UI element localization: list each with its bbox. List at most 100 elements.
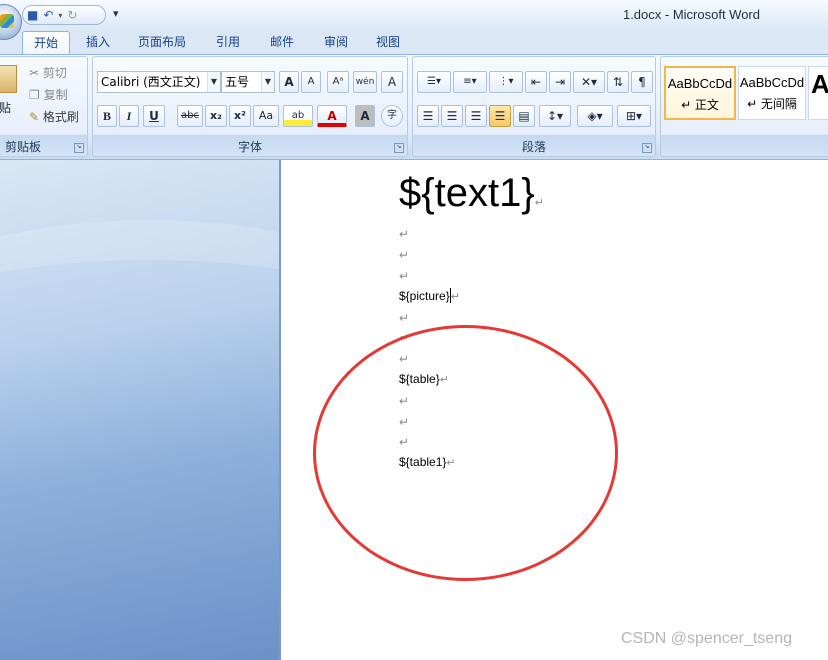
multilevel-list-icon: ⋮▾ — [498, 76, 514, 87]
outdent-icon: ⇤ — [530, 75, 542, 89]
style-no-spacing[interactable]: AaBbCcDd ↵ 无间隔 — [738, 66, 806, 120]
distributed-icon: ▤ — [518, 109, 530, 123]
paragraph-mark: ↵ — [450, 291, 460, 303]
align-left-icon: ☰ — [422, 109, 434, 123]
line-spacing-button[interactable]: ↕▾ — [539, 105, 571, 127]
paragraph-dialog-launcher[interactable]: ↘ — [642, 143, 652, 153]
paint-bucket-icon: ◈▾ — [587, 109, 603, 123]
font-name-value: Calibri (西文正文) — [101, 75, 201, 89]
tab-review[interactable]: 审阅 — [316, 31, 356, 54]
numbering-button[interactable]: ≡▾ — [453, 71, 487, 93]
empty-paragraph[interactable]: ↵ — [399, 226, 409, 242]
font-size-combo[interactable]: 五号 ▼ — [221, 71, 275, 93]
empty-paragraph[interactable]: ↵ — [399, 268, 409, 284]
highlight-button[interactable]: ab — [283, 105, 313, 127]
clear-format-button[interactable]: Aᵃ — [327, 71, 349, 93]
tab-home[interactable]: 开始 — [22, 31, 70, 56]
style-heading-preview: A — [811, 69, 828, 99]
subscript-button[interactable]: x₂ — [205, 105, 227, 127]
change-case-button[interactable]: Aa — [253, 105, 279, 127]
copy-icon: ❐ — [29, 88, 40, 102]
style-heading[interactable]: A — [808, 66, 828, 120]
paragraph-mark: ↵ — [534, 197, 544, 209]
show-marks-button[interactable]: ¶ — [631, 71, 653, 93]
justify-icon: ☰ — [494, 109, 506, 123]
paste-button-label[interactable]: 贴 — [0, 99, 11, 116]
scissors-icon: ✂ — [29, 66, 40, 80]
font-dialog-launcher[interactable]: ↘ — [394, 143, 404, 153]
paragraph-group: ☰▾ ≡▾ ⋮▾ ⇤ ⇥ ✕▾ ⇅ ¶ ☰ ☰ ☰ ☰ ▤ ↕▾ ◈▾ ⊞▾ 段… — [412, 56, 656, 157]
align-center-button[interactable]: ☰ — [441, 105, 463, 127]
tab-view[interactable]: 视图 — [368, 31, 408, 54]
phonetic-guide-button[interactable]: wén — [353, 71, 377, 93]
tab-mailings[interactable]: 邮件 — [262, 31, 302, 54]
distributed-button[interactable]: ▤ — [513, 105, 535, 127]
font-size-value: 五号 — [225, 75, 250, 89]
copy-label: 复制 — [43, 88, 68, 102]
doc-paragraph-text1[interactable]: ${text1}↵ — [399, 170, 544, 226]
line-spacing-icon: ↕▾ — [546, 109, 564, 123]
enclose-character-button[interactable]: 字 — [381, 105, 403, 127]
ribbon-tabs — [0, 30, 828, 54]
asian-layout-icon: ✕▾ — [580, 75, 598, 89]
window-title: 1.docx - Microsoft Word — [622, 7, 760, 22]
decrease-indent-button[interactable]: ⇤ — [525, 71, 547, 93]
shrink-font-button[interactable]: A — [301, 71, 321, 93]
character-border-button[interactable]: A — [381, 71, 403, 93]
asian-layout-button[interactable]: ✕▾ — [573, 71, 605, 93]
underline-button[interactable]: U — [143, 105, 165, 127]
justify-button[interactable]: ☰ — [489, 105, 511, 127]
red-annotation-circle — [313, 325, 618, 581]
indent-icon: ⇥ — [554, 75, 566, 89]
font-group: Calibri (西文正文) ▼ 五号 ▼ A A Aᵃ wén A B I U a… — [92, 56, 408, 157]
format-painter-button[interactable]: ✎ 格式刷 — [29, 108, 79, 125]
border-icon: ⊞▾ — [625, 109, 643, 123]
style-normal-preview: AaBbCcDd — [667, 76, 733, 91]
shading-button[interactable]: ◈▾ — [577, 105, 613, 127]
align-right-button[interactable]: ☰ — [465, 105, 487, 127]
chevron-down-icon[interactable]: ▼ — [261, 72, 274, 92]
placeholder-text1: ${text1} — [399, 171, 535, 215]
clipboard-group: 贴 ✂ 剪切 ❐ 复制 ✎ 格式刷 剪贴板 ↘ — [0, 56, 88, 157]
bullet-list-icon: ☰▾ — [427, 76, 441, 87]
empty-paragraph[interactable]: ↵ — [399, 247, 409, 263]
character-shading-button[interactable]: A — [355, 105, 375, 127]
paragraph-group-label: 段落 — [521, 140, 546, 154]
paste-icon[interactable] — [0, 65, 17, 93]
style-normal-name: ↵ 正文 — [681, 98, 719, 112]
strikethrough-button[interactable]: abc — [177, 105, 203, 127]
borders-button[interactable]: ⊞▾ — [617, 105, 651, 127]
brush-icon: ✎ — [29, 110, 40, 124]
bold-button[interactable]: B — [97, 105, 117, 127]
bullets-button[interactable]: ☰▾ — [417, 71, 451, 93]
cut-button[interactable]: ✂ 剪切 — [29, 64, 67, 81]
font-name-combo[interactable]: Calibri (西文正文) ▼ — [97, 71, 221, 93]
empty-paragraph[interactable]: ↵ — [399, 310, 409, 326]
workspace-background — [0, 160, 279, 660]
style-normal[interactable]: AaBbCcDd ↵ 正文 — [664, 66, 736, 120]
multilevel-list-button[interactable]: ⋮▾ — [489, 71, 523, 93]
pilcrow-icon: ¶ — [638, 75, 646, 89]
tab-page-layout[interactable]: 页面布局 — [132, 31, 192, 54]
tab-insert[interactable]: 插入 — [78, 31, 118, 54]
tab-references[interactable]: 引用 — [208, 31, 248, 54]
sort-button[interactable]: ⇅ — [607, 71, 629, 93]
placeholder-picture: ${picture} — [399, 289, 450, 303]
copy-button[interactable]: ❐ 复制 — [29, 86, 68, 103]
increase-indent-button[interactable]: ⇥ — [549, 71, 571, 93]
chevron-down-icon[interactable]: ▼ — [207, 72, 220, 92]
watermark-text: CSDN @spencer_tseng — [621, 630, 792, 647]
align-right-icon: ☰ — [470, 109, 482, 123]
italic-button[interactable]: I — [119, 105, 139, 127]
doc-paragraph-picture[interactable]: ${picture}↵ — [399, 288, 460, 305]
numbered-list-icon: ≡▾ — [463, 76, 477, 87]
align-left-button[interactable]: ☰ — [417, 105, 439, 127]
font-group-label: 字体 — [237, 140, 262, 154]
superscript-button[interactable]: x² — [229, 105, 251, 127]
align-center-icon: ☰ — [446, 109, 458, 123]
office-logo-icon — [0, 14, 14, 28]
clipboard-dialog-launcher[interactable]: ↘ — [74, 143, 84, 153]
format-painter-label: 格式刷 — [42, 110, 79, 124]
grow-font-button[interactable]: A — [279, 71, 299, 93]
font-color-button[interactable]: A — [317, 105, 347, 127]
